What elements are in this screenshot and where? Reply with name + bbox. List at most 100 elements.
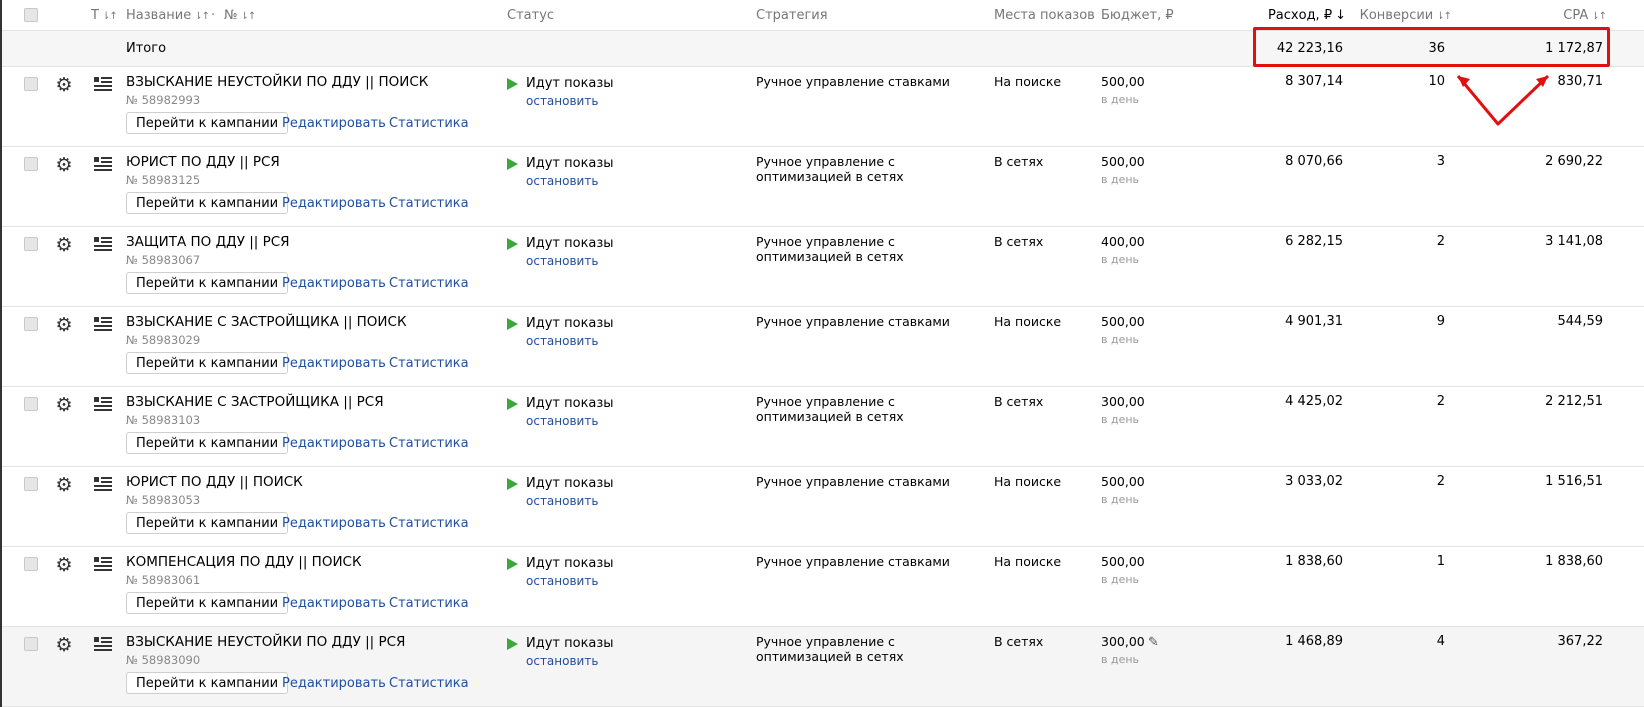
- go-to-campaign-button[interactable]: Перейти к кампании: [126, 112, 289, 134]
- edit-link[interactable]: Редактировать: [282, 436, 386, 451]
- header-dot: ·: [211, 8, 216, 23]
- stop-link[interactable]: остановить: [526, 574, 598, 588]
- annotation-arrows: [1456, 74, 1550, 126]
- cpa-value: 830,71: [1557, 74, 1604, 89]
- gear-icon[interactable]: ⚙: [54, 475, 74, 495]
- conversions-value: 1: [1436, 554, 1445, 569]
- cpa-value: 544,59: [1557, 314, 1604, 329]
- budget-value: 500,00: [1101, 554, 1145, 569]
- stop-link[interactable]: остановить: [526, 254, 598, 268]
- stop-link[interactable]: остановить: [526, 494, 598, 508]
- go-to-campaign-button[interactable]: Перейти к кампании: [126, 592, 289, 614]
- campaign-name: ВЗЫСКАНИЕ С ЗАСТРОЙЩИКА || ПОИСК: [126, 314, 407, 330]
- gear-icon[interactable]: ⚙: [54, 395, 74, 415]
- go-to-campaign-button[interactable]: Перейти к кампании: [126, 512, 289, 534]
- lines-icon[interactable]: [94, 317, 112, 331]
- campaign-name: ВЗЫСКАНИЕ С ЗАСТРОЙЩИКА || РСЯ: [126, 394, 384, 410]
- lines-icon[interactable]: [94, 157, 112, 171]
- stop-link[interactable]: остановить: [526, 94, 598, 108]
- row-checkbox[interactable]: [24, 397, 38, 411]
- status-text: Идут показы: [526, 316, 614, 331]
- status-text: Идут показы: [526, 156, 614, 171]
- stats-link[interactable]: Статистика: [389, 676, 469, 691]
- lines-icon[interactable]: [94, 77, 112, 91]
- lines-icon[interactable]: [94, 237, 112, 251]
- gear-icon[interactable]: ⚙: [54, 235, 74, 255]
- campaign-id: № 58983029: [126, 333, 201, 347]
- stop-link[interactable]: остановить: [526, 174, 598, 188]
- cpa-value: 2 212,51: [1545, 394, 1603, 409]
- conversions-sort-header[interactable]: Конверсии ⇂↑: [1360, 8, 1452, 23]
- go-to-campaign-button[interactable]: Перейти к кампании: [126, 272, 289, 294]
- edit-link[interactable]: Редактировать: [282, 516, 386, 531]
- table-row: ⚙ ВЗЫСКАНИЕ С ЗАСТРОЙЩИКА || РСЯ № 5898310…: [2, 387, 1644, 467]
- number-sort-header[interactable]: № ⇂↑: [224, 8, 256, 23]
- cpa-value: 1 838,60: [1545, 554, 1603, 569]
- stop-link[interactable]: остановить: [526, 334, 598, 348]
- stop-link[interactable]: остановить: [526, 654, 598, 668]
- placement-text: На поиске: [994, 474, 1062, 489]
- budget-value: 500,00: [1101, 314, 1145, 329]
- strategy-text: Ручное управление ставками: [756, 554, 950, 569]
- row-checkbox[interactable]: [24, 77, 38, 91]
- cpa-value: 3 141,08: [1545, 234, 1603, 249]
- lines-icon[interactable]: [94, 477, 112, 491]
- play-icon: [507, 318, 518, 330]
- campaign-id: № 58983061: [126, 573, 201, 587]
- play-icon: [507, 238, 518, 250]
- budget-period: в день: [1101, 173, 1140, 186]
- name-sort-header[interactable]: Название ⇂↑: [126, 8, 210, 23]
- stats-link[interactable]: Статистика: [389, 436, 469, 451]
- budget-value: 300,00: [1101, 394, 1145, 409]
- edit-link[interactable]: Редактировать: [282, 356, 386, 371]
- row-checkbox[interactable]: [24, 557, 38, 571]
- play-icon: [507, 158, 518, 170]
- edit-link[interactable]: Редактировать: [282, 116, 386, 131]
- lines-icon[interactable]: [94, 397, 112, 411]
- budget-period: в день: [1101, 493, 1140, 506]
- campaign-id: № 58983090: [126, 653, 201, 667]
- row-checkbox[interactable]: [24, 477, 38, 491]
- status-text: Идут показы: [526, 476, 614, 491]
- edit-link[interactable]: Редактировать: [282, 276, 386, 291]
- stats-link[interactable]: Статистика: [389, 276, 469, 291]
- row-checkbox[interactable]: [24, 157, 38, 171]
- placements-header: Места показов: [994, 8, 1095, 23]
- row-checkbox[interactable]: [24, 637, 38, 651]
- edit-link[interactable]: Редактировать: [282, 676, 386, 691]
- table-row: ⚙ ВЗЫСКАНИЕ НЕУСТОЙКИ ПО ДДУ || ПОИСК № 58…: [2, 67, 1644, 147]
- row-checkbox[interactable]: [24, 237, 38, 251]
- strategy-text: Ручное управление с оптимизацией в сетях: [756, 154, 904, 184]
- go-to-campaign-button[interactable]: Перейти к кампании: [126, 352, 289, 374]
- table-row: ⚙ ЗАЩИТА ПО ДДУ || РСЯ № 58983067 Перейти к…: [2, 227, 1644, 307]
- gear-icon[interactable]: ⚙: [54, 635, 74, 655]
- stats-link[interactable]: Статистика: [389, 516, 469, 531]
- go-to-campaign-button[interactable]: Перейти к кампании: [126, 432, 289, 454]
- edit-link[interactable]: Редактировать: [282, 196, 386, 211]
- row-checkbox[interactable]: [24, 317, 38, 331]
- gear-icon[interactable]: ⚙: [54, 155, 74, 175]
- gear-icon[interactable]: ⚙: [54, 555, 74, 575]
- strategy-header: Стратегия: [756, 8, 828, 23]
- table-row: ⚙ ВЗЫСКАНИЕ С ЗАСТРОЙЩИКА || ПОИСК № 58983…: [2, 307, 1644, 387]
- select-all-checkbox[interactable]: [24, 8, 38, 22]
- stats-link[interactable]: Статистика: [389, 116, 469, 131]
- cpa-sort-header[interactable]: CPA ⇂↑: [1563, 8, 1607, 23]
- go-to-campaign-button[interactable]: Перейти к кампании: [126, 672, 289, 694]
- table-row: ⚙ КОМПЕНСАЦИЯ ПО ДДУ || ПОИСК № 58983061 Пе…: [2, 547, 1644, 627]
- go-to-campaign-button[interactable]: Перейти к кампании: [126, 192, 289, 214]
- lines-icon[interactable]: [94, 557, 112, 571]
- stats-link[interactable]: Статистика: [389, 596, 469, 611]
- stats-link[interactable]: Статистика: [389, 196, 469, 211]
- gear-icon[interactable]: ⚙: [54, 75, 74, 95]
- spend-sort-header[interactable]: Расход, ₽ ↓: [1268, 8, 1346, 23]
- edit-link[interactable]: Редактировать: [282, 596, 386, 611]
- gear-icon[interactable]: ⚙: [54, 315, 74, 335]
- pencil-icon[interactable]: ✎: [1148, 635, 1159, 650]
- campaign-name: ВЗЫСКАНИЕ НЕУСТОЙКИ ПО ДДУ || РСЯ: [126, 634, 406, 650]
- stats-link[interactable]: Статистика: [389, 356, 469, 371]
- stop-link[interactable]: остановить: [526, 414, 598, 428]
- type-sort-header[interactable]: Т ⇂↑: [91, 8, 118, 23]
- play-icon: [507, 558, 518, 570]
- lines-icon[interactable]: [94, 637, 112, 651]
